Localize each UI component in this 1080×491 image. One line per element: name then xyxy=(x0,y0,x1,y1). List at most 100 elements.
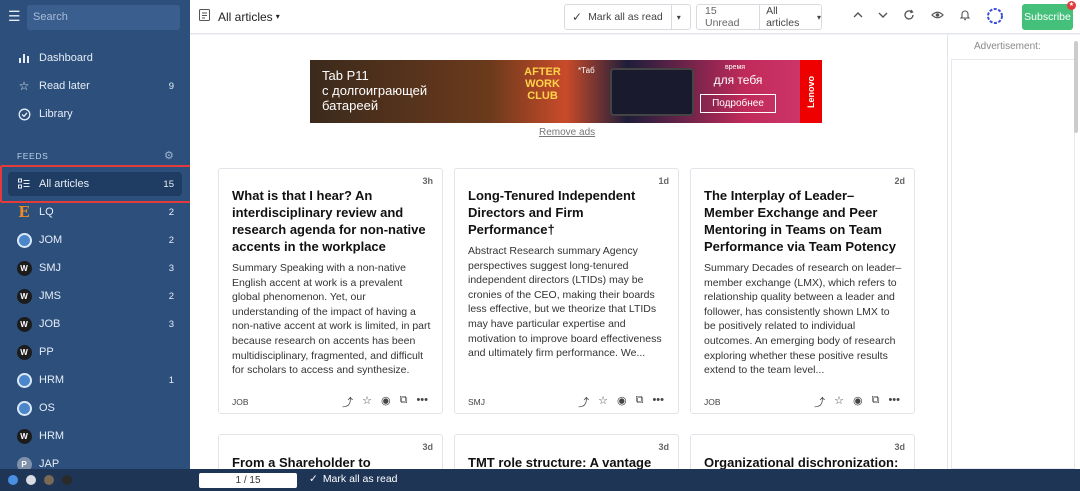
read-later-icon[interactable]: ◉ xyxy=(853,394,863,410)
feed-count: 2 xyxy=(168,206,174,218)
feed-label: JMS xyxy=(39,290,61,302)
app: ☰ Search Dashboard ☆ Read later 9 Librar… xyxy=(0,0,1080,491)
chevron-down-icon[interactable]: ▾ xyxy=(677,13,681,22)
article-title[interactable]: TMT role structure: A vantage xyxy=(468,454,678,469)
article-card[interactable]: 3h What is that I hear? An interdiscipli… xyxy=(218,168,443,414)
article-age: 3d xyxy=(894,442,905,452)
article-age: 3d xyxy=(422,442,433,452)
more-icon[interactable]: ••• xyxy=(652,394,664,410)
external-link-icon[interactable]: ⧉ xyxy=(636,394,644,410)
bell-icon[interactable] xyxy=(959,9,971,24)
nav-read-later[interactable]: ☆ Read later 9 xyxy=(8,74,182,98)
article-summary: Summary Speaking with a non-native Engli… xyxy=(232,262,431,377)
nav-dashboard[interactable]: Dashboard xyxy=(8,46,182,70)
more-icon[interactable]: ••• xyxy=(416,394,428,410)
article-title[interactable]: What is that I hear? An interdisciplinar… xyxy=(232,187,432,255)
search-input[interactable]: Search xyxy=(27,5,180,30)
feed-label: JOB xyxy=(39,318,61,330)
feed-jms[interactable]: W JMS 2 xyxy=(8,284,182,308)
refresh-icon[interactable] xyxy=(903,9,915,24)
remove-ads-link[interactable]: Remove ads xyxy=(539,127,595,138)
article-title[interactable]: The Interplay of Leader–Member Exchange … xyxy=(704,187,904,255)
star-icon[interactable]: ☆ xyxy=(598,394,608,410)
right-rail: Advertisement: xyxy=(947,35,1080,469)
article-summary: Summary Decades of research on leader–me… xyxy=(704,262,902,377)
article-source: JOB xyxy=(704,397,721,407)
nav-library[interactable]: Library xyxy=(8,102,182,126)
extension-icon[interactable] xyxy=(986,7,1004,28)
ad-club-logo: AFTER WORK CLUB xyxy=(524,66,561,102)
feed-count: 3 xyxy=(168,318,174,330)
feed-smj[interactable]: W SMJ 3 xyxy=(8,256,182,280)
article-age: 3d xyxy=(658,442,669,452)
theme-dot-blue[interactable] xyxy=(8,475,18,485)
banner-ad[interactable]: Tab P11 с долгоиграющей батареей *Таб AF… xyxy=(310,60,822,123)
chevron-down-icon[interactable] xyxy=(877,9,889,24)
feed-label: LQ xyxy=(39,206,54,218)
article-pager: 1 / 15 xyxy=(199,473,297,488)
article-title[interactable]: From a Shareholder to xyxy=(232,454,442,469)
article-card[interactable]: 2d The Interplay of Leader–Member Exchan… xyxy=(690,168,915,414)
feed-pp[interactable]: W PP xyxy=(8,340,182,364)
external-link-icon[interactable]: ⧉ xyxy=(872,394,880,410)
feed-count: 2 xyxy=(168,234,174,246)
trend-icon[interactable]: ⤴ xyxy=(342,394,353,410)
filter-dropdown[interactable]: All articles xyxy=(766,5,813,29)
scrollbar[interactable] xyxy=(1074,41,1078,133)
article-list: Tab P11 с долгоиграющей батареей *Таб AF… xyxy=(190,35,947,469)
more-icon[interactable]: ••• xyxy=(888,394,900,410)
mark-all-read-group: ✓ Mark all as read ▾ xyxy=(564,4,691,30)
article-title[interactable]: Long-Tenured Independent Directors and F… xyxy=(468,187,668,238)
article-actions: ⤴ ☆ ◉ ⧉ ••• xyxy=(578,394,664,410)
article-source: SMJ xyxy=(468,397,485,407)
sidebar: ☰ Search Dashboard ☆ Read later 9 Librar… xyxy=(0,0,193,472)
unread-count-button[interactable]: 15 Unread xyxy=(705,5,753,29)
checkmark-icon: ✓ xyxy=(309,473,318,485)
article-source: JOB xyxy=(232,397,249,407)
bottom-bar: 1 / 15 ✓ Mark all as read xyxy=(0,469,1080,491)
view-title-dropdown[interactable]: All articles ▾ xyxy=(199,9,280,24)
article-age: 3h xyxy=(422,176,433,186)
globe-icon xyxy=(16,372,32,388)
trend-icon[interactable]: ⤴ xyxy=(814,394,825,410)
ad-tag: *Таб xyxy=(578,66,595,75)
side-ad-slot[interactable] xyxy=(951,59,1075,469)
feed-label: JOM xyxy=(39,234,63,246)
article-age: 1d xyxy=(658,176,669,186)
subscribe-button[interactable]: Subscribe ★ xyxy=(1022,1,1076,30)
feed-hrm-2[interactable]: W HRM xyxy=(8,424,182,448)
mark-all-read-button[interactable]: Mark all as read xyxy=(588,11,663,23)
eye-icon[interactable] xyxy=(931,9,944,24)
feed-jom[interactable]: JOM 2 xyxy=(8,228,182,252)
read-later-icon[interactable]: ◉ xyxy=(617,394,627,410)
trend-icon[interactable]: ⤴ xyxy=(578,394,589,410)
feed-label: PP xyxy=(39,346,54,358)
gear-icon[interactable]: ⚙ xyxy=(164,149,174,162)
feed-hrm[interactable]: HRM 1 xyxy=(8,368,182,392)
article-title[interactable]: Organizational dischronization: xyxy=(704,454,914,469)
feed-label: OS xyxy=(39,402,55,414)
chevron-up-icon[interactable] xyxy=(852,9,864,24)
star-icon[interactable]: ☆ xyxy=(362,394,372,410)
article-card[interactable]: 3d TMT role structure: A vantage xyxy=(454,434,679,469)
feed-lq[interactable]: E LQ 2 xyxy=(8,200,182,224)
nav-label: Library xyxy=(39,108,73,120)
external-link-icon[interactable]: ⧉ xyxy=(400,394,408,410)
feed-os[interactable]: OS xyxy=(8,396,182,420)
article-card[interactable]: 3d Organizational dischronization: xyxy=(690,434,915,469)
ad-cta-button[interactable]: Подробнее xyxy=(700,94,776,113)
theme-dot-dark[interactable] xyxy=(62,475,72,485)
article-card[interactable]: 1d Long-Tenured Independent Directors an… xyxy=(454,168,679,414)
ad-small-text: время xyxy=(724,64,746,71)
theme-dot-light[interactable] xyxy=(26,475,36,485)
read-later-icon[interactable]: ◉ xyxy=(381,394,391,410)
article-card[interactable]: 3d From a Shareholder to xyxy=(218,434,443,469)
subscribe-label: Subscribe xyxy=(1024,11,1071,23)
star-icon[interactable]: ☆ xyxy=(834,394,844,410)
mark-all-read-label: Mark all as read xyxy=(322,473,398,485)
feed-count: 2 xyxy=(168,290,174,302)
theme-dot-brown[interactable] xyxy=(44,475,54,485)
hamburger-menu-icon[interactable]: ☰ xyxy=(8,9,22,23)
feed-job[interactable]: W JOB 3 xyxy=(8,312,182,336)
mark-all-read-bottom[interactable]: ✓ Mark all as read xyxy=(309,473,398,485)
